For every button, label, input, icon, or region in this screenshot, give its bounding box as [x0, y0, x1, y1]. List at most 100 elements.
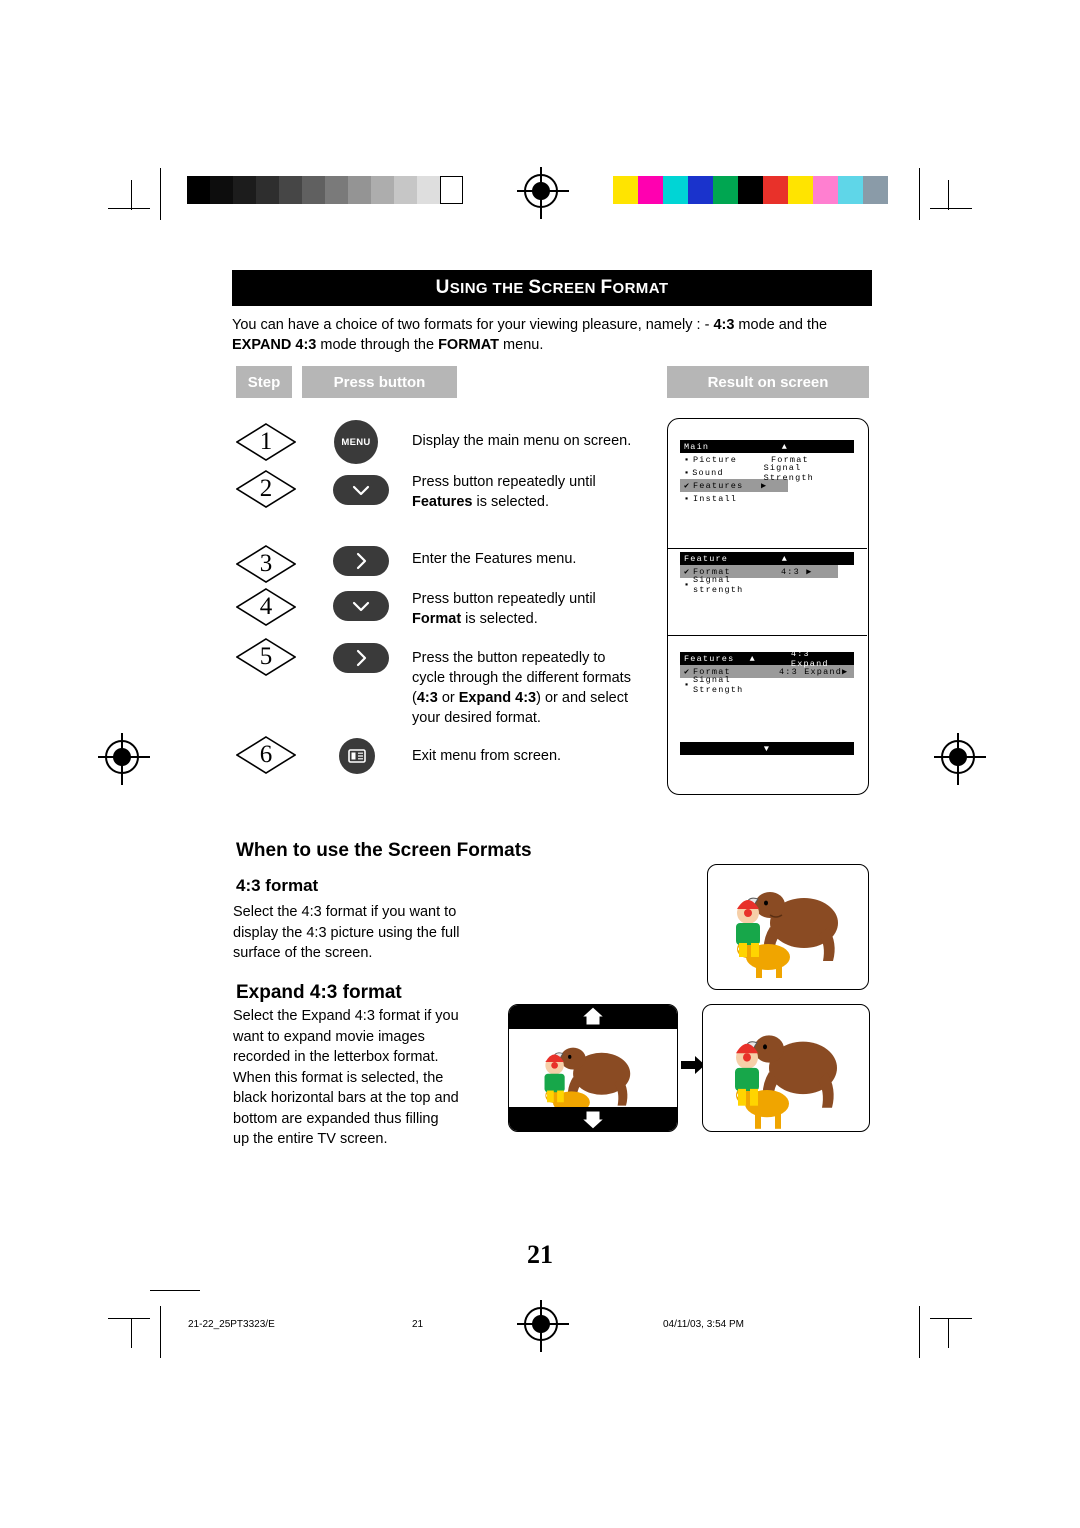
- gray-swatch: [302, 176, 325, 204]
- page-title-bar: USING THE SCREEN FORMAT: [232, 270, 872, 306]
- ram-and-dog-illustration-letterbox: [509, 1005, 677, 1131]
- registration-mark: [517, 167, 569, 219]
- color-swatch: [638, 176, 663, 204]
- grayscale-calibration-bar: [187, 176, 463, 204]
- subheading-expand-43-format: Expand 4:3 format: [236, 982, 402, 1003]
- color-swatch: [838, 176, 863, 204]
- exit-screen-icon: [348, 749, 366, 763]
- crop-mark: [930, 1318, 972, 1319]
- osd-row[interactable]: ▪ Signal strength: [680, 575, 854, 595]
- page-title: USING THE SCREEN FORMAT: [435, 277, 669, 298]
- gray-swatch: [325, 176, 348, 204]
- subheading-43-format: 4:3 format: [236, 876, 319, 895]
- column-header-step: Step: [236, 366, 292, 398]
- crop-mark: [948, 1318, 949, 1348]
- step-number-1: 1: [236, 423, 296, 461]
- color-swatch: [663, 176, 688, 204]
- section-heading-when-to-use: When to use the Screen Formats: [236, 840, 532, 861]
- osd-footer-bar: ▼: [680, 742, 854, 755]
- crop-mark: [108, 1318, 150, 1319]
- gray-swatch: [187, 176, 210, 204]
- exit-menu-button[interactable]: [339, 738, 375, 774]
- footer-page: 21: [412, 1319, 424, 1330]
- color-swatch: [688, 176, 713, 204]
- step-number-6: 6: [236, 736, 296, 774]
- paragraph-43-format: Select the 4:3 format if you want to dis…: [233, 904, 460, 961]
- column-header-result: Result on screen: [667, 366, 869, 398]
- osd-row[interactable]: ▪ Signal Strength: [680, 675, 854, 695]
- gray-swatch: [394, 176, 417, 204]
- crop-mark: [919, 168, 920, 220]
- color-swatch: [788, 176, 813, 204]
- color-swatch: [713, 176, 738, 204]
- crop-mark: [930, 208, 972, 209]
- registration-mark: [98, 733, 150, 785]
- color-swatch: [763, 176, 788, 204]
- gray-swatch: [256, 176, 279, 204]
- color-swatch: [738, 176, 763, 204]
- crop-mark: [948, 180, 949, 210]
- color-swatch: [613, 176, 638, 204]
- osd-row[interactable]: ▪ Install: [680, 492, 854, 505]
- cursor-down-button[interactable]: [333, 591, 389, 621]
- step-number-2: 2: [236, 470, 296, 508]
- tv-picture-letterbox: [508, 1004, 678, 1132]
- chevron-down-icon: [352, 601, 370, 612]
- step-number-5: 5: [236, 638, 296, 676]
- gray-swatch: [417, 176, 440, 204]
- ram-and-dog-illustration-expanded: [735, 1035, 837, 1129]
- step-4-description: Press button repeatedly until Format is …: [412, 591, 596, 627]
- gray-swatch: [279, 176, 302, 204]
- paragraph-expand-43-format: Select the Expand 4:3 format if you want…: [233, 1008, 459, 1147]
- gray-swatch: [210, 176, 233, 204]
- osd-row[interactable]: ▪ Sound Signal Strength: [680, 463, 854, 483]
- ram-and-dog-illustration: [736, 892, 838, 978]
- osd-features-title-bar: Features ▲ 4:3 Expand: [680, 649, 854, 669]
- tv-picture-43: [707, 864, 869, 990]
- crop-mark: [131, 180, 132, 210]
- chevron-right-icon: [356, 552, 367, 570]
- gray-swatch: [233, 176, 256, 204]
- registration-mark: [517, 1300, 569, 1352]
- chevron-right-icon: [356, 649, 367, 667]
- gray-swatch: [440, 176, 463, 204]
- osd-feature-title-bar: Feature ▲: [680, 552, 854, 565]
- panel-divider: [667, 635, 867, 636]
- tv-picture-expanded: [702, 1004, 870, 1132]
- osd-features-menu: Features ▲ 4:3 Expand ✔ Format 4:3 Expan…: [680, 649, 854, 695]
- step-5-description: Press the button repeatedly to cycle thr…: [412, 650, 631, 726]
- cursor-down-button[interactable]: [333, 475, 389, 505]
- step-3-description: Enter the Features menu.: [412, 551, 577, 567]
- step-1-description: Display the main menu on screen.: [412, 433, 632, 449]
- osd-main-menu: Main ▲ ▪ Picture Format ▪ Sound Signal S…: [680, 440, 854, 505]
- color-swatch: [863, 176, 888, 204]
- registration-mark: [934, 733, 986, 785]
- gray-swatch: [348, 176, 371, 204]
- step-2-description: Press button repeatedly until Features i…: [412, 474, 596, 510]
- panel-divider: [667, 548, 867, 549]
- page-number: 21: [527, 1240, 553, 1269]
- menu-button[interactable]: MENU: [334, 420, 378, 464]
- osd-feature-menu: Feature ▲ ✔ Format 4:3 ▶ ▪ Signal streng…: [680, 552, 854, 595]
- page: USING THE SCREEN FORMAT You can have a c…: [0, 0, 1080, 1528]
- column-header-press-button: Press button: [302, 366, 457, 398]
- footer-timestamp: 04/11/03, 3:54 PM: [663, 1319, 744, 1330]
- color-swatch: [813, 176, 838, 204]
- crop-mark: [160, 168, 161, 220]
- osd-down-indicator: ▼: [680, 742, 854, 755]
- crop-mark: [131, 1318, 132, 1348]
- intro-paragraph: You can have a choice of two formats for…: [232, 317, 828, 353]
- chevron-down-icon: [352, 485, 370, 496]
- footer-file-name: 21-22_25PT3323/E: [188, 1319, 275, 1330]
- osd-main-title-bar: Main ▲: [680, 440, 854, 453]
- step-number-4: 4: [236, 588, 296, 626]
- crop-mark: [919, 1306, 920, 1358]
- footer-rule: [150, 1290, 200, 1291]
- step-6-description: Exit menu from screen.: [412, 748, 562, 764]
- cursor-right-button[interactable]: [333, 643, 389, 673]
- crop-mark: [108, 208, 150, 209]
- step-number-3: 3: [236, 545, 296, 583]
- color-calibration-bar: [613, 176, 888, 204]
- cursor-right-button[interactable]: [333, 546, 389, 576]
- gray-swatch: [371, 176, 394, 204]
